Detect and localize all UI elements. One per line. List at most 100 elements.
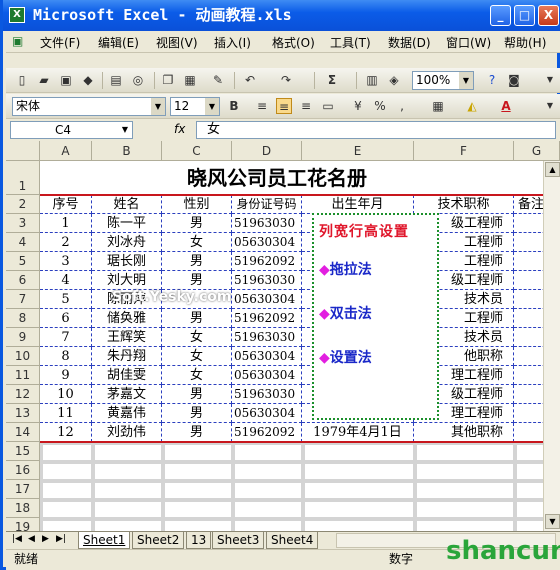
align-right-icon[interactable]: ≡ — [298, 98, 314, 114]
tab-sheet2[interactable]: Sheet2 — [132, 532, 185, 549]
menu-edit[interactable]: 编辑(E) — [98, 34, 139, 51]
row-header-15[interactable]: 15 — [6, 442, 40, 461]
header-cell[interactable]: 技术职称 — [414, 195, 514, 214]
table-cell[interactable]: 12 — [40, 423, 92, 442]
row-header-4[interactable]: 4 — [6, 233, 40, 252]
table-cell[interactable]: 女 — [162, 347, 232, 366]
row-header-19[interactable]: 19 — [6, 518, 40, 531]
maximize-button[interactable]: □ — [514, 5, 535, 26]
row-header-18[interactable]: 18 — [6, 499, 40, 518]
paste-icon[interactable]: ▦ — [182, 72, 198, 88]
header-cell[interactable]: 姓名 — [92, 195, 162, 214]
table-cell[interactable]: 男 — [162, 423, 232, 442]
table-cell[interactable] — [232, 518, 302, 531]
table-cell[interactable] — [414, 461, 514, 480]
fill-color-icon[interactable]: ◭ — [464, 98, 480, 114]
table-cell[interactable]: 51962092 — [232, 423, 302, 442]
menu-format[interactable]: 格式(O) — [272, 34, 315, 51]
workbook-icon[interactable]: ▣ — [12, 34, 23, 48]
table-cell[interactable] — [232, 442, 302, 461]
table-cell[interactable]: 51963030 — [232, 385, 302, 404]
row-header-16[interactable]: 16 — [6, 461, 40, 480]
table-cell[interactable]: 2 — [40, 233, 92, 252]
table-cell[interactable]: 11 — [40, 404, 92, 423]
col-header-b[interactable]: B — [92, 141, 162, 161]
table-cell[interactable] — [232, 499, 302, 518]
table-cell[interactable]: 王辉笑 — [92, 328, 162, 347]
table-cell[interactable]: 女 — [162, 328, 232, 347]
table-cell[interactable]: 黄嘉伟 — [92, 404, 162, 423]
table-cell[interactable]: 茅嘉文 — [92, 385, 162, 404]
table-cell[interactable] — [40, 499, 92, 518]
table-cell[interactable]: 51963030 — [232, 271, 302, 290]
autosum-icon[interactable]: Σ — [324, 72, 340, 88]
name-box[interactable]: C4 ▼ — [10, 121, 133, 139]
help-icon[interactable]: ? — [484, 72, 500, 88]
table-cell[interactable] — [162, 480, 232, 499]
format-painter-icon[interactable]: ✎ — [210, 72, 226, 88]
table-cell[interactable]: 1979年4月1日 — [302, 423, 414, 442]
align-left-icon[interactable]: ≡ — [254, 98, 270, 114]
table-cell[interactable]: 6 — [40, 309, 92, 328]
table-cell[interactable] — [162, 442, 232, 461]
table-cell[interactable] — [92, 480, 162, 499]
tab-13[interactable]: 13 — [186, 532, 212, 549]
menu-help[interactable]: 帮助(H) — [504, 34, 546, 51]
row-header-7[interactable]: 7 — [6, 290, 40, 309]
minimize-button[interactable]: _ — [490, 5, 511, 26]
toolbar-options-icon[interactable]: ▼ — [542, 72, 558, 88]
menu-file[interactable]: 文件(F) — [40, 34, 80, 51]
drawing-icon[interactable]: ◈ — [386, 72, 402, 88]
undo-icon[interactable]: ↶ — [242, 72, 258, 88]
tip-item[interactable]: ◆双击法 — [319, 303, 432, 323]
row-header-11[interactable]: 11 — [6, 366, 40, 385]
row-header-12[interactable]: 12 — [6, 385, 40, 404]
redo-icon[interactable]: ↷ — [278, 72, 294, 88]
table-cell[interactable] — [414, 518, 514, 531]
table-cell[interactable] — [414, 480, 514, 499]
menu-data[interactable]: 数据(D) — [388, 34, 431, 51]
print-icon[interactable]: ▤ — [108, 72, 124, 88]
table-cell[interactable]: 其他职称 — [414, 423, 514, 442]
header-cell[interactable]: 身份证号码 — [232, 195, 302, 214]
table-cell[interactable] — [92, 499, 162, 518]
table-cell[interactable]: 陈一平 — [92, 214, 162, 233]
table-cell[interactable]: 刘劲伟 — [92, 423, 162, 442]
table-cell[interactable]: 05630304 — [232, 404, 302, 423]
table-cell[interactable] — [414, 442, 514, 461]
scroll-up-icon[interactable]: ▲ — [545, 162, 560, 177]
font-combo[interactable]: 宋体 ▼ — [12, 97, 166, 116]
header-cell[interactable]: 性别 — [162, 195, 232, 214]
row-header-9[interactable]: 9 — [6, 328, 40, 347]
select-all-corner[interactable] — [6, 141, 40, 161]
table-cell[interactable]: 朱丹翔 — [92, 347, 162, 366]
col-header-d[interactable]: D — [232, 141, 302, 161]
scroll-down-icon[interactable]: ▼ — [545, 514, 560, 529]
table-cell[interactable] — [92, 442, 162, 461]
camera-icon[interactable]: ◙ — [506, 72, 522, 88]
formula-input[interactable]: 女 — [196, 121, 556, 139]
table-cell[interactable]: 51963030 — [232, 328, 302, 347]
chart-wizard-icon[interactable]: ▥ — [364, 72, 380, 88]
table-cell[interactable]: 8 — [40, 347, 92, 366]
chevron-down-icon[interactable]: ▼ — [118, 122, 132, 138]
tip-item[interactable]: ◆拖拉法 — [319, 259, 432, 279]
tab-first-icon[interactable]: |◀ — [12, 534, 22, 544]
toolbar-options-icon[interactable]: ▼ — [542, 98, 558, 114]
row-header-10[interactable]: 10 — [6, 347, 40, 366]
row-header-14[interactable]: 14 — [6, 423, 40, 442]
table-cell[interactable] — [162, 518, 232, 531]
new-icon[interactable]: ▯ — [14, 72, 30, 88]
col-header-f[interactable]: F — [414, 141, 514, 161]
currency-icon[interactable]: ¥ — [350, 98, 366, 114]
table-cell[interactable]: 05630304 — [232, 233, 302, 252]
table-cell[interactable]: 刘大明 — [92, 271, 162, 290]
row-header-3[interactable]: 3 — [6, 214, 40, 233]
spreadsheet-grid[interactable]: A B C D E F G 1 2 3 4 5 6 7 8 9 10 11 12… — [6, 141, 560, 531]
table-cell[interactable] — [40, 461, 92, 480]
comma-icon[interactable]: , — [394, 98, 410, 114]
table-cell[interactable]: 5 — [40, 290, 92, 309]
table-cell[interactable] — [40, 442, 92, 461]
row-header-5[interactable]: 5 — [6, 252, 40, 271]
excel-app-icon[interactable]: X — [9, 7, 25, 23]
